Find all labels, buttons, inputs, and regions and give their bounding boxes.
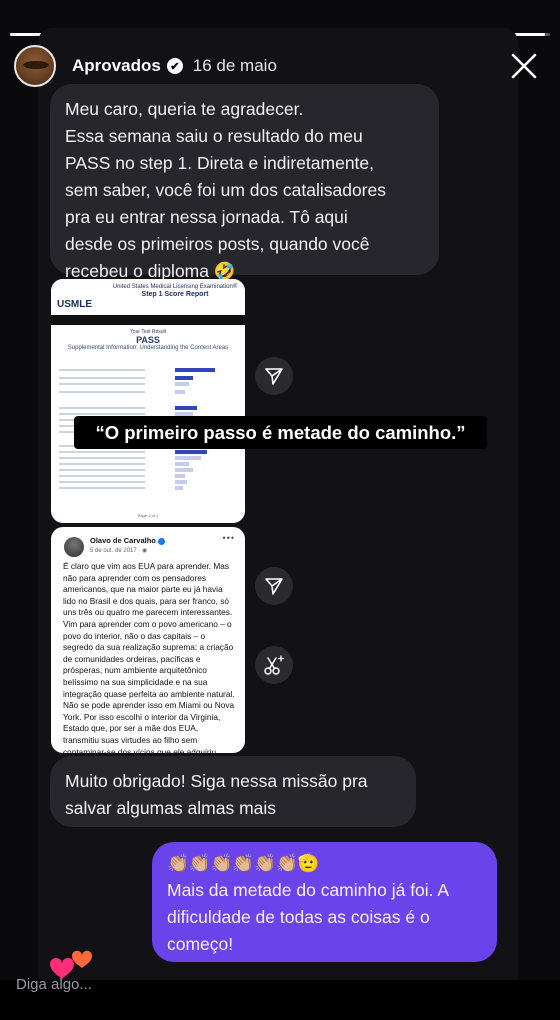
report-row (59, 383, 145, 385)
fb-author-avatar (64, 537, 84, 557)
fb-post-date: 5 de out. de 2017 · ◉ (90, 548, 148, 554)
verified-badge-icon: ✔ (166, 58, 183, 74)
scissors-sparkle-icon (264, 655, 285, 675)
share-arrow-icon (265, 578, 283, 595)
report-bar (175, 468, 193, 472)
account-avatar[interactable] (14, 45, 56, 87)
share-arrow-icon (265, 368, 283, 385)
usmle-logo: USMLE (57, 299, 92, 310)
report-row (59, 481, 145, 483)
report-row (59, 463, 145, 465)
report-row (59, 457, 145, 459)
account-name[interactable]: Aprovados (72, 56, 161, 76)
redaction-bar (51, 315, 245, 325)
incoming-message-bubble: Muito obrigado! Siga nessa missão pra sa… (50, 756, 416, 827)
share-button[interactable] (255, 567, 293, 605)
report-row (59, 407, 145, 409)
close-icon[interactable] (508, 50, 540, 82)
usmle-score-report-image[interactable]: United States Medical Licensing Examinat… (51, 279, 245, 523)
overlay-quote-text: “O primeiro passo é metade do caminho.” (74, 416, 487, 449)
report-title: United States Medical Licensing Examinat… (111, 283, 239, 299)
incoming-message-bubble: Meu caro, queria te agradecer. Essa sema… (50, 84, 439, 281)
remix-button[interactable] (255, 646, 293, 684)
report-header: United States Medical Licensing Examinat… (51, 279, 245, 319)
share-button[interactable] (255, 357, 293, 395)
report-bar (175, 486, 183, 490)
fb-author-name: Olavo de Carvalho (90, 536, 165, 545)
fb-post-text: É claro que vim aos EUA para aprender. M… (63, 561, 235, 753)
outgoing-message-bubble: 👏🏼👏🏼👏🏼👏🏼👏🏼👏🏼🫡 Mais da metade do caminho … (152, 842, 497, 962)
report-bar (175, 474, 185, 478)
story-date: 16 de maio (192, 56, 277, 75)
report-bar (175, 462, 189, 466)
facebook-post-image[interactable]: Olavo de Carvalho 5 de out. de 2017 · ◉ … (51, 527, 245, 753)
report-row (59, 391, 145, 393)
report-bar (175, 376, 193, 380)
fb-more-icon: ••• (222, 533, 235, 543)
report-row (59, 487, 145, 489)
report-title-line-1: United States Medical Licensing Examinat… (112, 284, 238, 290)
result-value: PASS (136, 335, 160, 345)
heart-icon[interactable] (46, 944, 102, 984)
report-page-number: Page 1 of 1 (137, 513, 159, 518)
report-bar (175, 382, 189, 386)
section-title: Supplemental Information: Understanding … (67, 345, 229, 351)
report-row (59, 475, 145, 477)
fb-verified-icon (157, 537, 165, 545)
story-header: Aprovados ✔ 16 de maio (14, 44, 550, 88)
report-row (59, 469, 145, 471)
report-result: Your Test Result PASS Supplemental Infor… (51, 329, 245, 351)
fb-author-name-text: Olavo de Carvalho (90, 536, 156, 545)
report-bar (175, 390, 185, 394)
report-bar (175, 456, 201, 460)
report-bar (175, 368, 215, 372)
report-row (59, 377, 145, 379)
report-row (59, 413, 145, 415)
report-row (59, 451, 145, 453)
report-bar (175, 480, 187, 484)
report-bar (175, 450, 207, 454)
report-bar (175, 406, 197, 410)
story-viewer: Aprovados ✔ 16 de maio Meu caro, queria … (0, 0, 560, 1020)
report-row (59, 369, 145, 371)
report-title-line-2: Step 1 Score Report (141, 291, 209, 298)
